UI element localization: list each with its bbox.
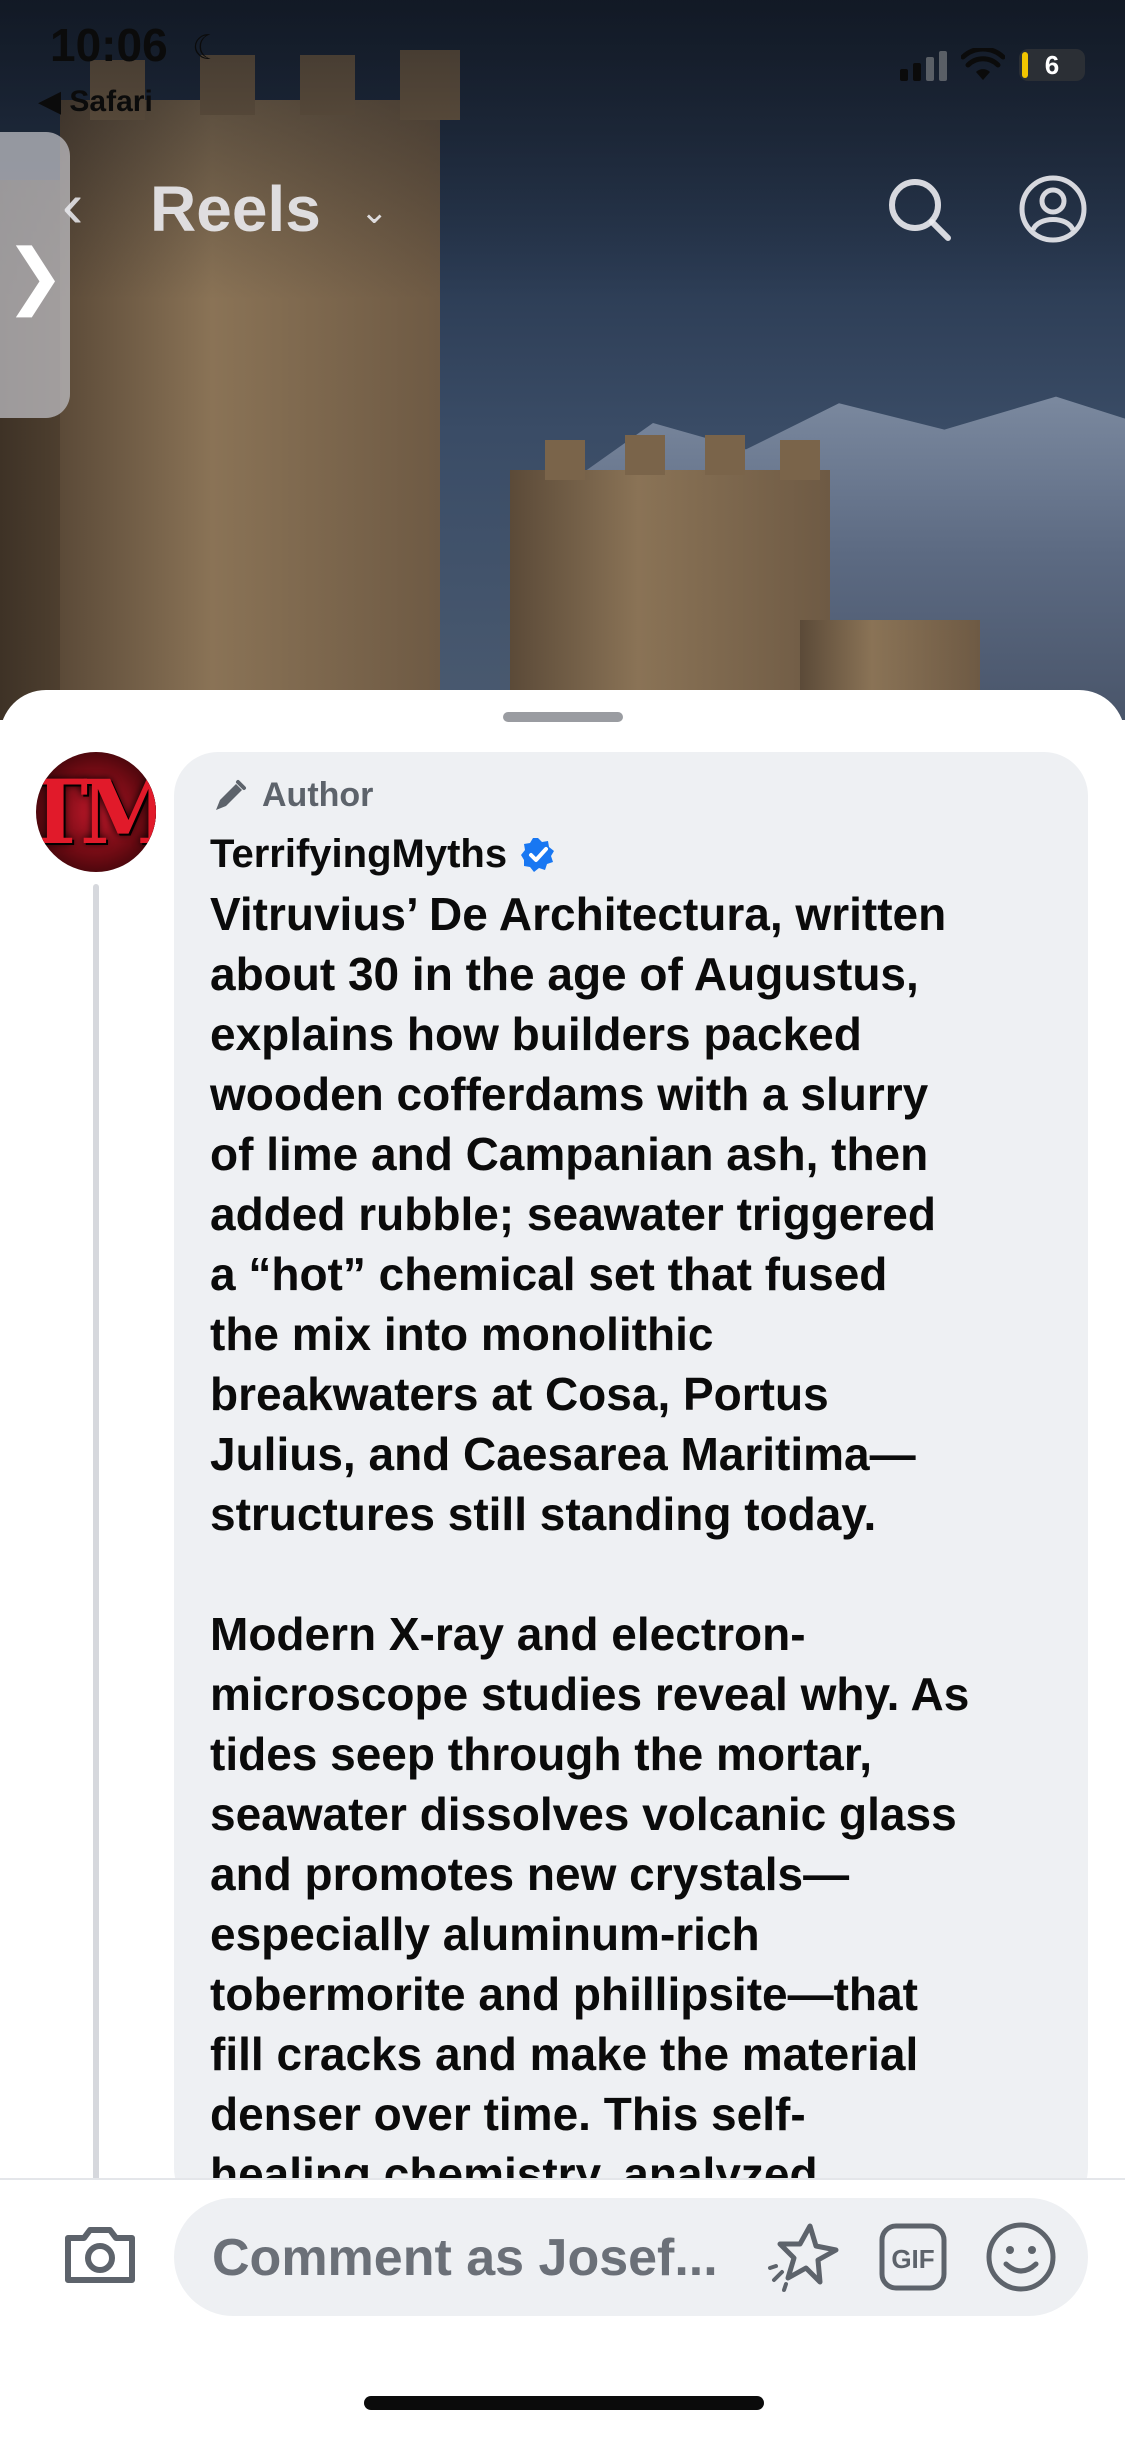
camera-icon[interactable] — [62, 2222, 138, 2286]
battery-percent: 6 — [1044, 49, 1060, 80]
comment-body: Vitruvius’ De Architectura, written abou… — [210, 888, 970, 2200]
thread-line — [93, 884, 99, 2184]
wifi-icon — [961, 48, 1005, 80]
author-label: Author — [262, 776, 374, 814]
avatar-logo: TM — [36, 760, 156, 864]
verified-badge-icon — [521, 837, 555, 872]
moon-icon: ☾ — [192, 29, 223, 67]
battlement — [780, 440, 820, 480]
username[interactable]: TerrifyingMyths — [210, 832, 507, 877]
comment-author: TerrifyingMyths — [210, 832, 557, 877]
avatar[interactable]: TM — [36, 752, 156, 872]
chevron-right-icon: ❯ — [4, 236, 66, 316]
profile-icon[interactable] — [1018, 174, 1088, 244]
emoji-icon[interactable] — [984, 2220, 1058, 2294]
pencil-icon — [216, 779, 246, 810]
battlement — [545, 440, 585, 480]
battery-icon: 6 — [1019, 49, 1085, 81]
battery-level — [1022, 52, 1028, 78]
back-arrow-icon[interactable]: ‹ — [62, 168, 83, 242]
comment-input-placeholder[interactable]: Comment as Josef... — [212, 2228, 718, 2288]
chevron-down-icon[interactable]: ⌄ — [360, 192, 389, 232]
status-time: 10:06 — [50, 19, 168, 71]
reel-video-background[interactable] — [0, 0, 1125, 720]
sparkle-icon[interactable] — [764, 2220, 840, 2296]
back-to-safari-link[interactable]: ◀ Safari — [38, 84, 153, 119]
signal-icon — [900, 49, 947, 81]
battlement — [625, 435, 665, 475]
top-shade — [0, 0, 1125, 300]
battlement — [705, 435, 745, 475]
side-panel-tab[interactable]: ❯ — [0, 132, 70, 418]
svg-text:GIF: GIF — [891, 2244, 934, 2274]
author-tag: Author — [212, 776, 373, 815]
castle-wall-mid — [510, 470, 830, 720]
sheet-grabber[interactable] — [503, 712, 623, 722]
gif-icon[interactable]: GIF — [878, 2222, 948, 2292]
home-indicator[interactable] — [364, 2396, 764, 2410]
status-indicators: 6 — [900, 48, 1085, 82]
page-title[interactable]: Reels — [150, 172, 321, 246]
search-icon[interactable] — [884, 174, 954, 244]
